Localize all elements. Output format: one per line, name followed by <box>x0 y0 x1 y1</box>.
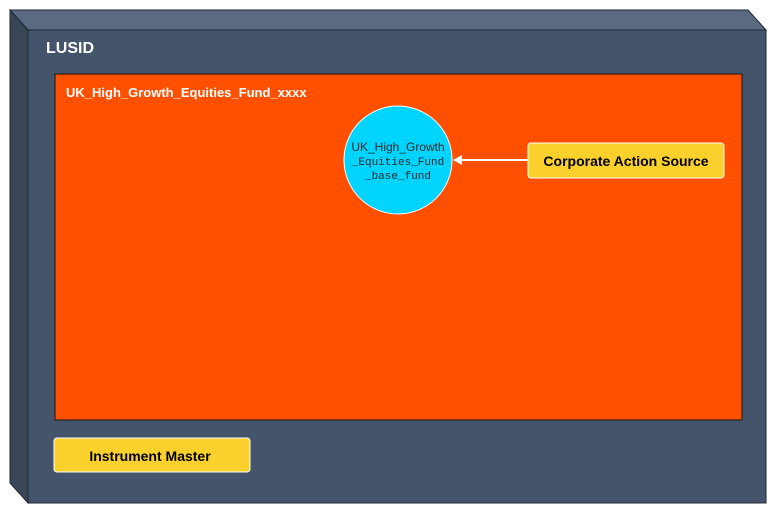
lusid-container-top-face <box>8 9 768 31</box>
instrument-master-label: Instrument Master <box>89 448 211 464</box>
architecture-diagram: LUSID UK_High_Growth_Equities_Fund_xxxx … <box>8 8 768 505</box>
corporate-action-source-box[interactable]: Corporate Action Source <box>527 142 725 179</box>
portfolio-label-line-1: UK_High_Growth <box>351 140 444 154</box>
portfolio-label-line-3: _base_fund <box>364 171 431 183</box>
lusid-title: LUSID <box>46 40 94 57</box>
instrument-master-box[interactable]: Instrument Master <box>53 437 251 473</box>
portfolio-label-line-2: _Equities_Fund <box>351 157 444 169</box>
lusid-container-side-face <box>9 8 29 505</box>
portfolio-node[interactable]: UK_High_Growth _Equities_Fund _base_fund <box>343 105 453 215</box>
corporate-action-source-label: Corporate Action Source <box>543 153 708 169</box>
fund-title: UK_High_Growth_Equities_Fund_xxxx <box>66 85 307 100</box>
